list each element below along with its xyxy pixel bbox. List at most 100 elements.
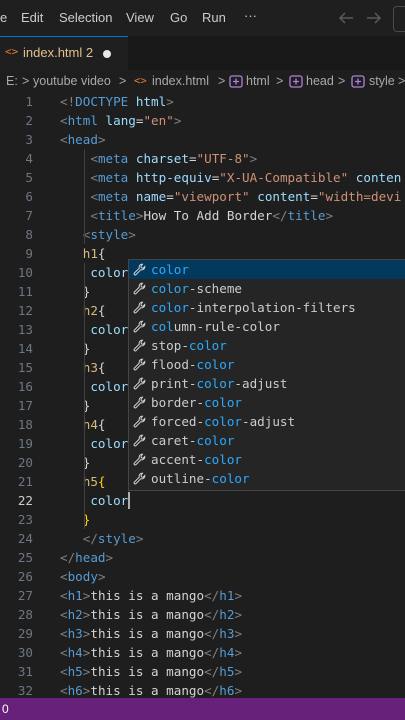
line-number: 21 [17,474,33,489]
text-cursor [128,492,130,509]
code-text: h1{ [82,246,106,261]
code-text: <meta name="viewport" content="width=dev… [90,189,402,204]
indent-guide [84,263,85,529]
menu-go[interactable]: Go [170,10,187,25]
code-line[interactable]: 24 </style> [0,529,405,548]
code-line[interactable]: 28 <h2>this is a mango</h2> [0,605,405,624]
suggestion-item[interactable]: color-scheme [129,279,405,298]
html-file-icon: <> [5,45,19,58]
wrench-icon [133,415,146,428]
menu-view[interactable]: View [126,10,154,25]
menu-edit[interactable]: Edit [21,10,43,25]
autocomplete-suggestion-list[interactable]: color color-scheme color-interpolation-fil… [128,259,405,491]
wrench-icon [133,358,146,371]
line-number: 14 [17,341,33,356]
code-text: <meta charset="UTF-8"> [90,151,258,166]
code-line[interactable]: 26 <body> [0,567,405,586]
status-problems-count[interactable]: 0 [2,702,9,716]
line-number: 6 [25,189,33,204]
menu-run[interactable]: Run [202,10,226,25]
chevron-right-icon: > [119,74,127,88]
element-icon [229,75,243,88]
suggestion-item[interactable]: accent-color [129,450,405,469]
code-line[interactable]: 30 <h4>this is a mango</h4> [0,643,405,662]
suggestion-item[interactable]: color-interpolation-filters [129,298,405,317]
arrow-right-icon[interactable] [366,11,382,25]
arrow-left-icon[interactable] [338,11,354,25]
line-number: 23 [17,512,33,527]
tab-index-html[interactable]: <> index.html 2 [0,36,128,71]
code-line[interactable]: 8 <style> [0,225,405,244]
menu-more[interactable]: ··· [244,8,257,23]
suggestion-label: stop-color [151,338,227,353]
suggestion-label: print-color-adjust [151,376,288,391]
wrench-icon [133,434,146,447]
code-text: <style> [82,227,136,242]
search-box-partial[interactable] [393,6,405,32]
code-line[interactable]: 27 <h1>this is a mango</h1> [0,586,405,605]
code-text: <!DOCTYPE html> [60,94,174,109]
code-text: <title>How To Add Border</title> [90,208,334,223]
breadcrumb-html[interactable]: html [246,74,270,88]
line-number: 15 [17,360,33,375]
line-number: 9 [25,246,33,261]
code-line[interactable]: 4 <meta charset="UTF-8"> [0,149,405,168]
suggestion-item[interactable]: print-color-adjust [129,374,405,393]
suggestion-item[interactable]: caret-color [129,431,405,450]
code-line[interactable]: 2 <html lang="en"> [0,111,405,130]
line-number: 4 [25,151,33,166]
suggestion-label: accent-color [151,452,242,467]
element-icon [289,75,303,88]
chevron-right-icon: > [22,74,30,88]
suggestion-label: outline-color [151,471,250,486]
breadcrumb-head[interactable]: head [306,74,334,88]
code-line[interactable]: 25 </head> [0,548,405,567]
menu-selection[interactable]: Selection [59,10,112,25]
code-text: h5{ [82,474,106,489]
breadcrumb: E: > youtube video > <> index.html > htm… [0,70,405,92]
dot-icon[interactable] [103,50,111,58]
wrench-icon [133,320,146,333]
code-line[interactable]: 29 <h3>this is a mango</h3> [0,624,405,643]
code-text: <h1>this is a mango</h1> [60,588,243,603]
breadcrumb-drive[interactable]: E: [6,74,18,88]
breadcrumb-folder[interactable]: youtube video [33,74,111,88]
code-line[interactable]: 31 <h5>this is a mango</h5> [0,662,405,681]
line-number: 26 [17,569,33,584]
wrench-icon [133,263,146,276]
line-number: 28 [17,607,33,622]
line-number: 3 [25,132,33,147]
wrench-icon [133,453,146,466]
code-text: h2{ [82,303,106,318]
code-text: } [82,341,91,356]
code-line[interactable]: 1 <!DOCTYPE html> [0,92,405,111]
code-line[interactable]: 3 <head> [0,130,405,149]
chevron-right-icon: > [276,74,284,88]
code-text: <h3>this is a mango</h3> [60,626,243,641]
code-line[interactable]: 6 <meta name="viewport" content="width=d… [0,187,405,206]
code-line[interactable]: 23 } [0,510,405,529]
menu-file-partial[interactable]: e [0,10,7,25]
code-line[interactable]: 7 <title>How To Add Border</title> [0,206,405,225]
code-text: h3{ [82,360,106,375]
line-number: 29 [17,626,33,641]
suggestion-item[interactable]: column-rule-color [129,317,405,336]
breadcrumb-style[interactable]: style [369,74,395,88]
line-number: 11 [17,284,33,299]
line-number: 2 [25,113,33,128]
line-number: 31 [17,664,33,679]
line-number: 8 [25,227,33,242]
code-text: <html lang="en"> [60,113,182,128]
suggestion-item[interactable]: stop-color [129,336,405,355]
suggestion-item[interactable]: outline-color [129,469,405,488]
suggestion-label: caret-color [151,433,235,448]
suggestion-item[interactable]: color [129,260,405,279]
code-line[interactable]: 5 <meta http-equiv="X-UA-Compatible" con… [0,168,405,187]
code-line[interactable]: 22 color [0,491,405,510]
suggestion-item[interactable]: border-color [129,393,405,412]
suggestion-item[interactable]: flood-color [129,355,405,374]
line-number: 10 [17,265,33,280]
suggestion-item[interactable]: forced-color-adjust [129,412,405,431]
breadcrumb-file[interactable]: index.html [152,74,209,88]
wrench-icon [133,301,146,314]
